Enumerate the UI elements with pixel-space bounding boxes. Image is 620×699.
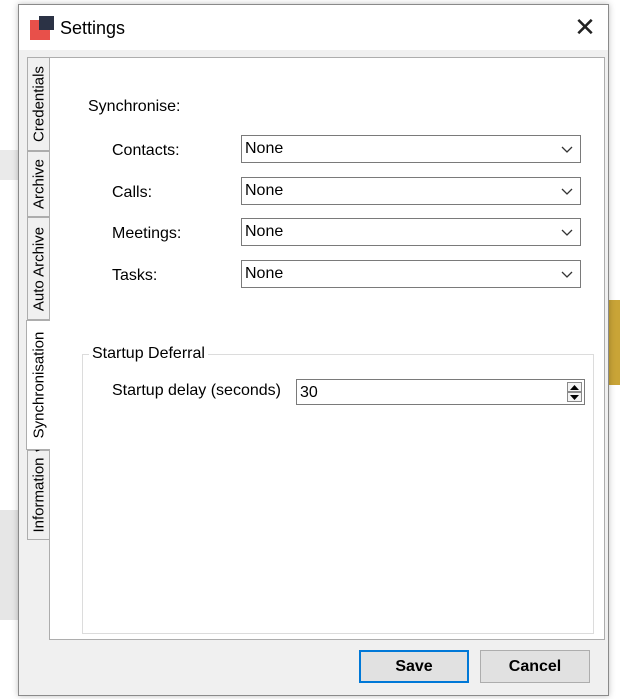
synchronisation-panel: Synchronise: Contacts: None Calls: None … — [49, 57, 605, 640]
tab-synchronisation[interactable]: Synchronisation — [26, 320, 50, 450]
tab-auto-archive[interactable]: Auto Archive — [27, 217, 49, 320]
chevron-down-icon — [561, 146, 573, 153]
contacts-label: Contacts: — [112, 142, 180, 159]
startup-deferral-title: Startup Deferral — [89, 345, 208, 363]
tasks-dropdown[interactable]: None — [241, 260, 581, 288]
spin-up-button[interactable] — [567, 382, 582, 392]
meetings-value: None — [245, 223, 284, 240]
title-bar: Settings ✕ — [19, 5, 608, 50]
contacts-value: None — [245, 140, 284, 157]
calls-value: None — [245, 182, 284, 199]
startup-delay-spinner[interactable]: 30 — [296, 379, 585, 405]
tab-archive[interactable]: Archive — [27, 151, 49, 217]
tasks-label: Tasks: — [112, 267, 158, 284]
app-logo-icon — [30, 16, 54, 40]
contacts-dropdown[interactable]: None — [241, 135, 581, 163]
tab-label: Information — [30, 457, 47, 533]
spinner-buttons — [567, 382, 582, 402]
cancel-button[interactable]: Cancel — [480, 650, 590, 683]
spin-down-button[interactable] — [567, 392, 582, 402]
chevron-down-icon — [561, 188, 573, 195]
startup-delay-value: 30 — [300, 384, 318, 401]
window-title: Settings — [60, 18, 126, 38]
arrow-up-icon — [570, 384, 579, 390]
close-button[interactable]: ✕ — [562, 5, 608, 50]
tasks-value: None — [245, 265, 284, 282]
close-icon: ✕ — [574, 12, 596, 42]
tab-label: Credentials — [30, 66, 47, 142]
tab-label: Synchronisation — [30, 331, 47, 439]
settings-dialog: Settings ✕ Credentials Archive Auto Arch… — [18, 4, 609, 696]
vertical-tab-strip: Credentials Archive Auto Archive Synchro… — [26, 57, 50, 541]
calls-dropdown[interactable]: None — [241, 177, 581, 205]
tab-label: Archive — [30, 158, 47, 210]
tab-information[interactable]: Information — [27, 450, 49, 540]
meetings-dropdown[interactable]: None — [241, 218, 581, 246]
chevron-down-icon — [561, 271, 573, 278]
tab-label: Auto Archive — [30, 226, 47, 311]
save-button[interactable]: Save — [359, 650, 469, 683]
synchronise-heading: Synchronise: — [88, 98, 181, 115]
meetings-label: Meetings: — [112, 225, 182, 242]
calls-label: Calls: — [112, 184, 153, 201]
startup-deferral-group: Startup Deferral Startup delay (seconds)… — [82, 345, 594, 634]
tab-credentials[interactable]: Credentials — [27, 57, 49, 151]
startup-delay-label: Startup delay (seconds) — [112, 382, 281, 399]
arrow-down-icon — [570, 394, 579, 400]
chevron-down-icon — [561, 229, 573, 236]
